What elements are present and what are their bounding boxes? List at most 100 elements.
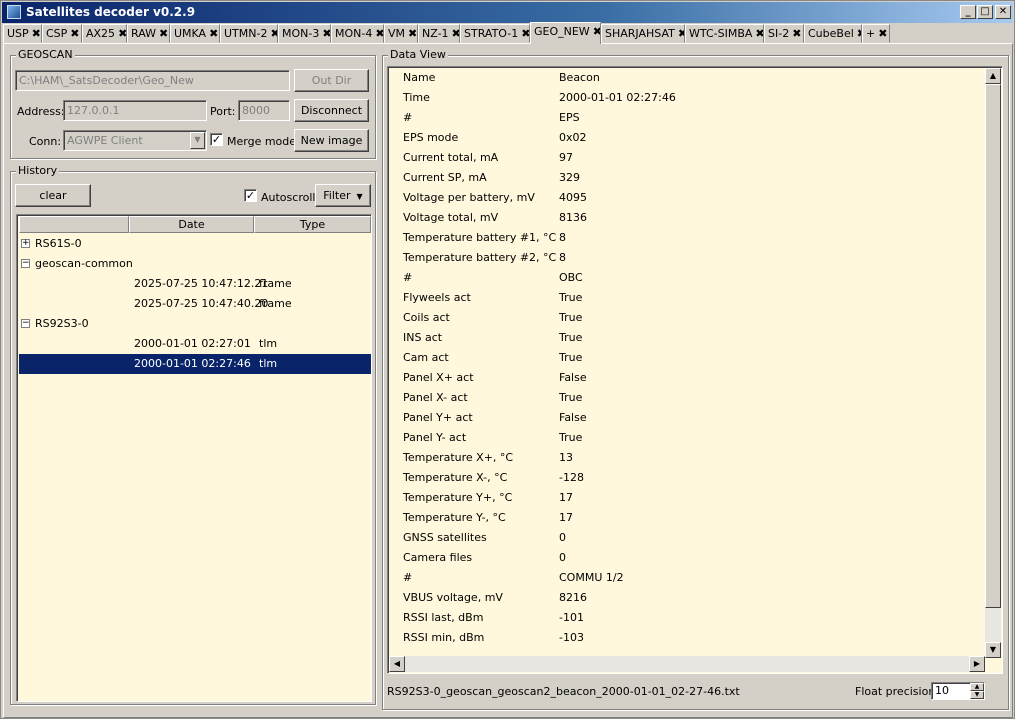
data-row[interactable]: Voltage total, mV 8136 [403, 208, 983, 228]
close-tab-icon[interactable]: ✖ [375, 27, 383, 40]
tab-geo-new[interactable]: GEO_NEW ✖ [530, 22, 601, 44]
data-row[interactable]: Panel X- act True [403, 388, 983, 408]
close-button[interactable]: ✕ [995, 5, 1011, 19]
data-row[interactable]: Panel Y- act True [403, 428, 983, 448]
collapse-icon[interactable]: − [21, 259, 30, 268]
close-tab-icon[interactable]: ✖ [322, 27, 330, 40]
close-tab-icon[interactable]: ✖ [878, 27, 887, 40]
tab-mon-3[interactable]: MON-3 ✖ [278, 24, 331, 43]
tab-cubebel[interactable]: CubeBel✖ [804, 24, 862, 43]
tree-node-rs61s-0[interactable]: + RS61S-0 [19, 234, 371, 254]
data-row[interactable]: Panel Y+ act False [403, 408, 983, 428]
data-row[interactable]: EPS mode 0x02 [403, 128, 983, 148]
vertical-scroll-thumb[interactable] [985, 84, 1001, 608]
tab-si-2[interactable]: SI-2 ✖ [764, 24, 804, 43]
close-tab-icon[interactable]: ✖ [521, 27, 529, 40]
new-image-button[interactable]: New image [294, 129, 369, 152]
close-tab-icon[interactable]: ✖ [792, 27, 801, 40]
tree-row[interactable]: 2025-07-25 10:47:12.21 frame [19, 274, 371, 294]
data-row[interactable]: RSSI last, dBm -101 [403, 608, 983, 628]
tab-raw[interactable]: RAW ✖ [127, 24, 170, 43]
data-row[interactable]: Current total, mA 97 [403, 148, 983, 168]
history-tree[interactable]: Date Type + RS61S-0 − geoscan-common 202… [16, 214, 372, 702]
data-row[interactable]: Coils act True [403, 308, 983, 328]
tab-mon-4[interactable]: MON-4 ✖ [331, 24, 384, 43]
close-tab-icon[interactable]: ✖ [408, 27, 417, 40]
minimize-button[interactable]: _ [960, 5, 976, 19]
expand-icon[interactable]: + [21, 239, 30, 248]
clear-button[interactable]: clear [15, 184, 91, 207]
autoscroll-checkbox[interactable]: ✓ [244, 189, 257, 202]
scroll-up-icon[interactable]: ▲ [985, 68, 1001, 84]
close-tab-icon[interactable]: ✖ [32, 27, 41, 40]
data-row[interactable]: Temperature battery #1, °C 8 [403, 228, 983, 248]
collapse-icon[interactable]: − [21, 319, 30, 328]
tree-node-rs92s3-0[interactable]: − RS92S3-0 [19, 314, 371, 334]
tab-umka[interactable]: UMKA ✖ [170, 24, 220, 43]
data-row[interactable]: Voltage per battery, mV 4095 [403, 188, 983, 208]
column-header-date[interactable]: Date [129, 216, 254, 233]
spin-down-icon[interactable]: ▼ [970, 691, 984, 699]
close-tab-icon[interactable]: ✖ [593, 25, 600, 38]
scroll-right-icon[interactable]: ▶ [969, 656, 985, 672]
maximize-button[interactable]: □ [977, 5, 993, 19]
column-header-name[interactable] [19, 216, 129, 233]
data-row[interactable]: Temperature X+, °C 13 [403, 448, 983, 468]
data-row[interactable]: Temperature Y+, °C 17 [403, 488, 983, 508]
tab-usp[interactable]: USP ✖ [3, 24, 42, 43]
tab-utmn-2[interactable]: UTMN-2✖ [220, 24, 278, 43]
data-row[interactable]: # OBC [403, 268, 983, 288]
tab-ax25[interactable]: AX25 ✖ [82, 24, 127, 43]
address-field[interactable]: 127.0.0.1 [63, 100, 207, 121]
port-field[interactable]: 8000 [238, 100, 290, 121]
close-tab-icon[interactable]: ✖ [755, 27, 763, 40]
conn-select[interactable]: AGWPE Client ▼ [63, 130, 207, 151]
tree-row[interactable]: 2000-01-01 02:27:01 tlm [19, 334, 371, 354]
column-header-type[interactable]: Type [254, 216, 371, 233]
close-tab-icon[interactable]: ✖ [118, 27, 126, 40]
tab-add[interactable]: + ✖ [862, 24, 890, 43]
data-row[interactable]: RSSI min, dBm -103 [403, 628, 983, 648]
data-row[interactable]: INS act True [403, 328, 983, 348]
tab-wtc-simba[interactable]: WTC-SIMBA ✖ [685, 24, 764, 43]
tree-row[interactable]: 2025-07-25 10:47:40.20 frame [19, 294, 371, 314]
data-row[interactable]: Time 2000-01-01 02:27:46 [403, 88, 983, 108]
scroll-down-icon[interactable]: ▼ [985, 642, 1001, 658]
data-row[interactable]: VBUS voltage, mV 8216 [403, 588, 983, 608]
data-row[interactable]: # COMMU 1/2 [403, 568, 983, 588]
data-row[interactable]: Name Beacon [403, 68, 983, 88]
data-row[interactable]: # EPS [403, 108, 983, 128]
data-row[interactable]: Panel X+ act False [403, 368, 983, 388]
data-row[interactable]: Temperature battery #2, °C 8 [403, 248, 983, 268]
merge-mode-checkbox[interactable]: ✓ [210, 133, 223, 146]
float-precision-spinbox[interactable]: 10 ▲ ▼ [931, 682, 985, 700]
close-tab-icon[interactable]: ✖ [209, 27, 218, 40]
data-row[interactable]: GNSS satellites 0 [403, 528, 983, 548]
close-tab-icon[interactable]: ✖ [452, 27, 459, 40]
data-row[interactable]: Cam act True [403, 348, 983, 368]
data-row[interactable]: Temperature X-, °C -128 [403, 468, 983, 488]
tab-nz-1[interactable]: NZ-1 ✖ [418, 24, 460, 43]
data-row[interactable]: Flyweels act True [403, 288, 983, 308]
out-dir-button[interactable]: Out Dir [294, 69, 369, 92]
tree-node-geoscan-common[interactable]: − geoscan-common [19, 254, 371, 274]
tree-row-selected[interactable]: 2000-01-01 02:27:46 tlm [19, 354, 371, 374]
horizontal-scrollbar[interactable]: ◀ ▶ [389, 656, 985, 672]
tab-strato-1[interactable]: STRATO-1 ✖ [460, 24, 530, 43]
close-tab-icon[interactable]: ✖ [159, 27, 168, 40]
close-tab-icon[interactable]: ✖ [70, 27, 79, 40]
disconnect-button[interactable]: Disconnect [294, 99, 369, 122]
tab-vm[interactable]: VM ✖ [384, 24, 418, 43]
tab-sharjahsat[interactable]: SHARJAHSAT✖ [601, 24, 685, 43]
chevron-down-icon[interactable]: ▼ [190, 132, 205, 149]
out-dir-field[interactable]: C:\HAM\_SatsDecoder\Geo_New [15, 70, 290, 91]
data-row[interactable]: Temperature Y-, °C 17 [403, 508, 983, 528]
title-bar[interactable]: Satellites decoder v0.2.9 _ □ ✕ [2, 2, 1013, 23]
data-view-table[interactable]: Name Beacon Time 2000-01-01 02:27:46 # EPS EPS… [387, 66, 1003, 674]
tab-csp[interactable]: CSP ✖ [42, 24, 82, 43]
close-tab-icon[interactable]: ✖ [270, 27, 277, 40]
close-tab-icon[interactable]: ✖ [678, 27, 684, 40]
spin-up-icon[interactable]: ▲ [970, 683, 984, 691]
data-row[interactable]: Current SP, mA 329 [403, 168, 983, 188]
data-row[interactable]: Camera files 0 [403, 548, 983, 568]
